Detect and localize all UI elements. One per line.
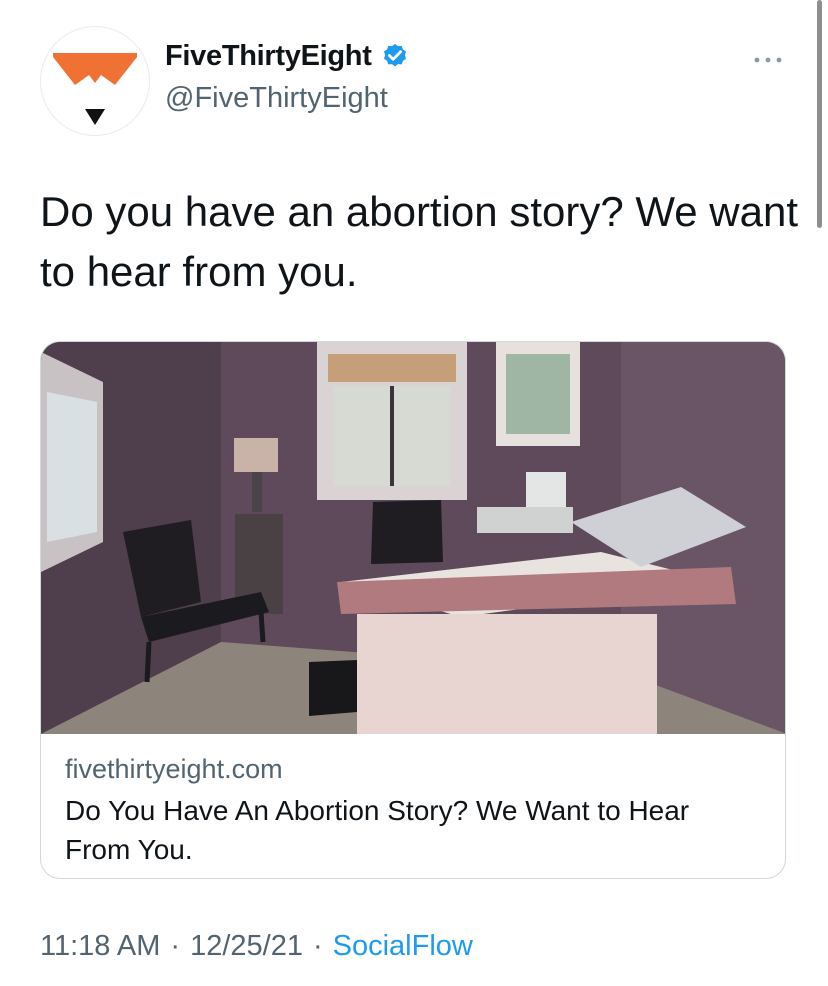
avatar[interactable] xyxy=(40,26,150,136)
link-card[interactable]: fivethirtyeight.com Do You Have An Abort… xyxy=(40,341,786,879)
tweet-source-link[interactable]: SocialFlow xyxy=(333,930,473,963)
tweet-meta: 11:18 AM · 12/25/21 · SocialFlow xyxy=(40,930,473,963)
more-options-icon[interactable] xyxy=(752,52,784,68)
exam-room-photo-icon[interactable] xyxy=(41,342,786,734)
scrollbar[interactable] xyxy=(817,0,822,228)
card-domain: fivethirtyeight.com xyxy=(65,754,283,784)
meta-separator: · xyxy=(312,930,323,962)
meta-separator: · xyxy=(170,930,181,962)
tweet-text: Do you have an abortion story? We want t… xyxy=(40,188,798,295)
tweet-date[interactable]: 12/25/21 xyxy=(190,930,303,963)
fivethirtyeight-logo-icon xyxy=(53,53,137,125)
tweet-time[interactable]: 11:18 AM xyxy=(40,930,160,963)
author-handle[interactable]: @FiveThirtyEight xyxy=(165,82,388,115)
card-title: Do You Have An Abortion Story? We Want t… xyxy=(65,795,690,865)
author-display-name[interactable]: FiveThirtyEight xyxy=(165,40,372,73)
verified-badge-icon xyxy=(380,42,410,72)
